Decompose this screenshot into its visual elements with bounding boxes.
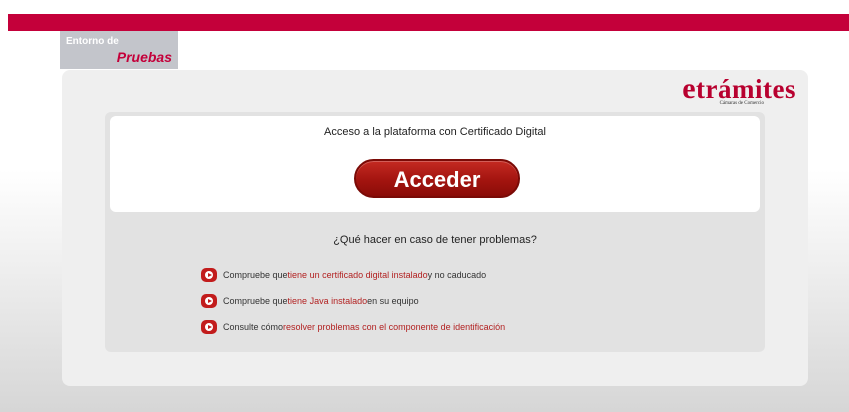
youtube-icon[interactable] — [201, 268, 217, 282]
logo-name: trámites — [696, 74, 796, 104]
problem-text-prefix: Consulte cómo — [223, 322, 284, 332]
problem-text-suffix: en su equipo — [367, 296, 419, 306]
etramites-logo: etrámites Cámaras de Comercio — [682, 74, 796, 107]
problem-text-prefix: Compruebe que — [223, 296, 288, 306]
problem-text-suffix: y no caducado — [427, 270, 487, 280]
problems-section: ¿Qué hacer en caso de tener problemas? C… — [105, 220, 765, 352]
problems-title: ¿Qué hacer en caso de tener problemas? — [333, 234, 537, 246]
java-link[interactable]: tiene Java instalado — [288, 296, 368, 306]
main-panel: etrámites Cámaras de Comercio Acceso a l… — [62, 70, 808, 386]
problem-item-certificate: Compruebe que tiene un certificado digit… — [201, 268, 486, 282]
logo-e: e — [682, 72, 697, 105]
youtube-icon[interactable] — [201, 294, 217, 308]
problem-text-prefix: Compruebe que — [223, 270, 288, 280]
access-container: Acceso a la plataforma con Certificado D… — [105, 112, 765, 352]
access-card: Acceso a la plataforma con Certificado D… — [110, 116, 760, 212]
identification-link[interactable]: resolver problemas con el componente de … — [283, 322, 505, 332]
environment-badge: Entorno de Pruebas — [60, 31, 178, 69]
problem-item-java: Compruebe que tiene Java instalado en su… — [201, 294, 419, 308]
problem-item-identification: Consulte cómo resolver problemas con el … — [201, 320, 505, 334]
youtube-icon[interactable] — [201, 320, 217, 334]
access-title: Acceso a la plataforma con Certificado D… — [324, 126, 546, 138]
environment-label: Entorno de — [66, 36, 119, 47]
acceder-button[interactable]: Acceder — [354, 159, 520, 198]
environment-name: Pruebas — [116, 49, 172, 65]
certificate-link[interactable]: tiene un certificado digital instalado — [288, 270, 428, 280]
top-brand-bar — [8, 14, 849, 31]
